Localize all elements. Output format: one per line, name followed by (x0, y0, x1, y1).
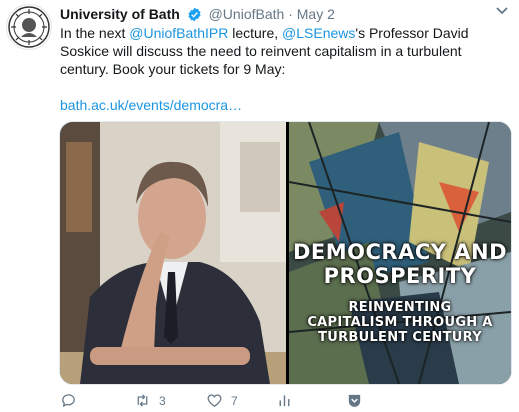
heart-icon (207, 394, 222, 407)
professor-photo[interactable] (60, 122, 286, 384)
like-count: 7 (231, 393, 238, 408)
like-button[interactable]: 7 (206, 392, 238, 409)
poster-title-line: PROSPERITY (323, 264, 477, 288)
bar-chart-icon (279, 395, 290, 407)
tweet-body: In the next @UniofBathIPR lecture, @LSEn… (60, 24, 500, 78)
retweet-button[interactable]: 3 (134, 392, 166, 409)
mention-lsenews[interactable]: @LSEnews (282, 25, 355, 41)
chevron-down-icon[interactable] (495, 6, 509, 16)
poster-title: DEMOCRACY AND PROSPERITY (289, 240, 511, 288)
tweet-header: University of Bath @UniofBath · May 2 (60, 5, 335, 23)
text-segment: lecture, (228, 25, 283, 41)
media-container[interactable]: DEMOCRACY AND PROSPERITY REINVENTING CAP… (59, 121, 512, 385)
retweet-icon (137, 394, 148, 407)
share-icon (348, 394, 361, 407)
poster-subtitle-line: CAPITALISM THROUGH A (307, 315, 493, 330)
reply-button[interactable] (60, 392, 77, 409)
poster-subtitle: REINVENTING CAPITALISM THROUGH A TURBULE… (289, 300, 511, 345)
poster-title-line: DEMOCRACY AND (292, 240, 508, 264)
mention-uniofbathipr[interactable]: @UniofBathIPR (129, 25, 228, 41)
text-segment: In the next (60, 25, 130, 41)
event-link[interactable]: bath.ac.uk/events/democra… (60, 97, 242, 113)
author-handle[interactable]: @UniofBath (209, 6, 285, 22)
author-name[interactable]: University of Bath (60, 6, 180, 22)
university-seal-icon (8, 6, 50, 48)
tweet-text: In the next @UniofBathIPR lecture, @LSEn… (60, 24, 500, 114)
tweet-date[interactable]: May 2 (297, 6, 335, 22)
avatar[interactable] (6, 4, 52, 50)
poster-subtitle-line: REINVENTING (348, 300, 452, 315)
separator-dot: · (288, 6, 293, 22)
tweet-actions: 3 7 (60, 392, 500, 412)
verified-badge-icon (188, 7, 201, 22)
retweet-count: 3 (159, 393, 166, 408)
share-button[interactable] (346, 392, 363, 409)
reply-icon (62, 394, 75, 407)
analytics-button[interactable] (276, 392, 293, 409)
poster-subtitle-line: TURBULENT CENTURY (318, 330, 482, 345)
